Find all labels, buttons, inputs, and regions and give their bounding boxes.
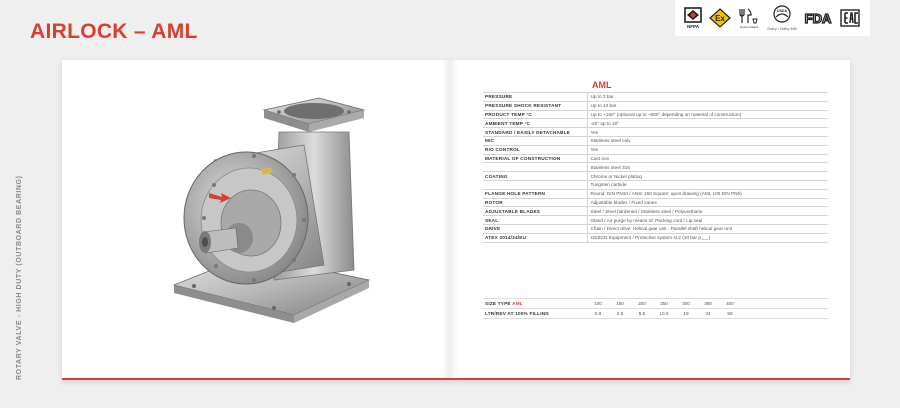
size-type-prefix: SIZE TYPE (485, 301, 511, 306)
size-type-accent: AML (512, 301, 523, 306)
spec-label: AMBIENT TEMP °C (483, 118, 587, 129)
size-value: 300 (675, 298, 697, 309)
size-value: 200 (631, 298, 653, 309)
table-row: Stainless steel 316 (483, 162, 828, 173)
eac-icon (840, 9, 861, 27)
spec-value: Chrome or Nickel plating (586, 171, 828, 181)
side-caption: ROTARY VALVE - HIGH DUTY (OUTBOARD BEARI… (16, 175, 23, 380)
atex-ex-icon: Ex (709, 8, 732, 28)
page-gutter (442, 60, 458, 380)
left-page (62, 60, 450, 380)
spec-label: PRODUCT TEMP °C (483, 110, 587, 120)
spec-label: MIC (483, 136, 587, 146)
nfpa-icon: NFPA (684, 7, 703, 29)
spec-value: Tungsten carbide (586, 180, 828, 190)
spec-value: Chain / Direct drive: Helical gear unit … (586, 224, 828, 234)
spec-label (483, 162, 587, 173)
spec-value: Adjustable blades / Fixed vanes (586, 198, 828, 208)
spec-value: Yes (586, 145, 828, 155)
spec-label: ROTOR (483, 198, 587, 208)
spec-label: MATERIAL OF CONSTRUCTION (483, 154, 587, 164)
spec-table-title: AML (592, 80, 612, 90)
spec-label (483, 180, 587, 190)
table-row: STANDARD / EASILY DETACHABLE Yes (483, 127, 828, 137)
spec-value: -20° up to 40° (586, 118, 828, 129)
spec-label: SEAL (483, 215, 587, 225)
table-row: ADJUSTABLE BLADES Steel / Steel hardened … (483, 206, 828, 217)
spec-value: Yes (586, 127, 828, 137)
table-row: FLANGE HOLE PATTERN Round: DIN PN10 / ANS… (483, 189, 828, 199)
litre-value: 19 (675, 308, 697, 319)
svg-text:food contact: food contact (740, 25, 758, 29)
size-type-label: SIZE TYPE AML (483, 298, 587, 309)
svg-text:NFPA: NFPA (688, 24, 701, 29)
table-row: ROTOR Adjustable blades / Fixed vanes (483, 198, 828, 208)
usda-dairy-icon: USDA Dairy / Dairy Mill (767, 5, 797, 31)
spec-value: Up to +150° (optional up to +600° depend… (586, 110, 828, 120)
table-row: PRESSURE Up to 2 bar (483, 92, 828, 102)
certification-logos: NFPA Ex food contact USDA Dairy / Dairy … (675, 0, 870, 36)
size-table: SIZE TYPE AML 100 150 200 250 300 350 40… (483, 298, 828, 319)
size-value: 350 (697, 298, 719, 309)
table-row: RIO CONTROL Yes (483, 145, 828, 155)
fda-icon: FDA (803, 10, 833, 26)
spec-value: Stainless steel 316 (586, 162, 828, 173)
spec-label: PRESSURE SHOCK RESISTANT (483, 101, 587, 111)
litre-value: 34 (697, 308, 719, 319)
spec-value: 1D/2GD Equipment / Protective system st.… (586, 233, 828, 243)
litre-value: 2.5 (609, 308, 631, 319)
filling-row: LTR/REV AT 100% FILLING 0.8 2.5 5.5 10.5… (483, 308, 828, 319)
food-contact-icon: food contact (738, 7, 760, 29)
litre-value: 58 (719, 308, 741, 319)
size-row: SIZE TYPE AML 100 150 200 250 300 350 40… (483, 298, 828, 309)
spec-label: DRIVE (483, 224, 587, 234)
spec-label: RIO CONTROL (483, 145, 587, 155)
table-row: SEAL Gland / Air purge by means of: Packi… (483, 215, 828, 225)
size-value: 150 (609, 298, 631, 309)
size-value: 100 (587, 298, 609, 309)
table-row: MIC Stainless steel only (483, 136, 828, 146)
size-value: 250 (653, 298, 675, 309)
spec-value: Gland / Air purge by means of: Packing c… (586, 215, 828, 225)
usda-caption: Dairy / Dairy Mill (767, 26, 797, 31)
table-row: Tungsten carbide (483, 180, 828, 190)
spec-label: FLANGE HOLE PATTERN (483, 189, 587, 199)
spec-label: COATING (483, 171, 587, 181)
spec-value: Up to 2 bar (586, 92, 828, 102)
table-row: ATEX 2014/34/EU 1D/2GD Equipment / Protec… (483, 233, 828, 243)
table-row: PRESSURE SHOCK RESISTANT Up to 10 bar (483, 101, 828, 111)
litre-value: 5.5 (631, 308, 653, 319)
table-row: DRIVE Chain / Direct drive: Helical gear … (483, 224, 828, 234)
spec-label: ADJUSTABLE BLADES (483, 206, 587, 217)
spec-label: PRESSURE (483, 92, 587, 102)
spec-table: PRESSURE Up to 2 bar PRESSURE SHOCK RESIS… (483, 92, 828, 243)
table-row: MATERIAL OF CONSTRUCTION Cast iron (483, 154, 828, 164)
page-title: AIRLOCK – AML (30, 20, 198, 43)
svg-text:Ex: Ex (716, 14, 726, 23)
spec-value: Up to 10 bar (586, 101, 828, 111)
table-row: PRODUCT TEMP °C Up to +150° (optional up … (483, 110, 828, 120)
spec-value: Cast iron (586, 154, 828, 164)
filling-label: LTR/REV AT 100% FILLING (483, 308, 587, 319)
size-value: 400 (719, 298, 741, 309)
litre-value: 0.8 (587, 308, 609, 319)
svg-text:FDA: FDA (805, 11, 832, 26)
accent-rule (62, 378, 850, 380)
table-row: COATING Chrome or Nickel plating (483, 171, 828, 181)
spec-value: Stainless steel only (586, 136, 828, 146)
spec-value: Steel / Steel hardened / Stainless steel… (586, 206, 828, 217)
rotary-valve-image (172, 97, 371, 323)
spec-label: ATEX 2014/34/EU (483, 233, 587, 243)
spec-label: STANDARD / EASILY DETACHABLE (483, 127, 587, 137)
table-row: AMBIENT TEMP °C -20° up to 40° (483, 118, 828, 129)
litre-value: 10.5 (653, 308, 675, 319)
svg-text:USDA: USDA (777, 9, 788, 13)
spec-value: Round: DIN PN10 / ANSI 150 Square: upon … (586, 189, 828, 199)
